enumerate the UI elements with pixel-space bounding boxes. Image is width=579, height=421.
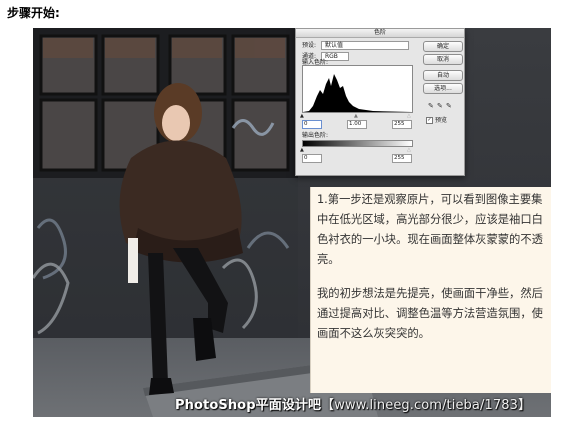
input-gamma-field[interactable]: 1.00	[347, 120, 367, 129]
gray-eyedropper-icon[interactable]: ✎	[437, 102, 443, 110]
output-white-field[interactable]: 255	[392, 154, 412, 163]
watermark: PhotoShop平面设计吧【www.lineeg.com/tieba/1783…	[175, 394, 531, 413]
auto-button[interactable]: 自动	[423, 70, 463, 81]
input-black-field[interactable]: 0	[302, 120, 322, 129]
black-point-handle[interactable]: ▲	[300, 113, 304, 119]
black-eyedropper-icon[interactable]: ✎	[428, 102, 434, 110]
page-heading: 步骤开始:	[7, 6, 60, 20]
white-eyedropper-icon[interactable]: ✎	[446, 102, 452, 110]
white-point-handle[interactable]: △	[407, 113, 411, 119]
tutorial-figure: PhotoShop平面设计吧【www.lineeg.com/tieba/1783…	[33, 28, 551, 417]
preset-label: 预设:	[302, 42, 317, 49]
watermark-brand: PhotoShop平面设计吧	[175, 398, 322, 413]
note-paragraph-1: 1.第一步还是观察原片，可以看到图像主要集中在低光区域，高光部分很少，应该是袖口…	[317, 193, 543, 266]
histogram	[302, 65, 413, 113]
input-white-field[interactable]: 255	[392, 120, 412, 129]
note-paragraph-2: 我的初步想法是先提亮，使画面干净些，然后通过提高对比、调整色温等方法营造氛围，使…	[317, 287, 543, 340]
output-black-handle[interactable]: ▲	[300, 147, 304, 153]
options-button[interactable]: 选项...	[423, 83, 463, 94]
preset-select[interactable]: 默认值	[320, 41, 409, 50]
output-black-field[interactable]: 0	[302, 154, 322, 163]
output-white-handle[interactable]: △	[407, 147, 411, 153]
output-gradient	[302, 140, 413, 147]
levels-dialog: 色阶 预设: 默认值 通道: RGB 输入色阶: ▲ ▲ △ 0 1.00 25…	[295, 28, 465, 176]
output-slider-track[interactable]: ▲ △	[300, 147, 411, 153]
cancel-button[interactable]: 取消	[423, 54, 463, 65]
preview-label: 预览	[435, 117, 448, 124]
preview-checkbox[interactable]: ✓	[426, 117, 433, 124]
dialog-title: 色阶	[296, 29, 464, 38]
output-levels-label: 输出色阶:	[302, 132, 329, 139]
input-slider-track[interactable]: ▲ ▲ △	[300, 113, 411, 119]
preview-checkbox-row[interactable]: ✓ 预览	[426, 115, 447, 124]
watermark-url: 【www.lineeg.com/tieba/1783】	[321, 398, 532, 413]
preset-row: 预设: 默认值	[302, 41, 409, 50]
gamma-handle[interactable]: ▲	[354, 113, 358, 119]
ok-button[interactable]: 确定	[423, 41, 463, 52]
tutorial-note: 1.第一步还是观察原片，可以看到图像主要集中在低光区域，高光部分很少，应该是袖口…	[310, 187, 551, 393]
